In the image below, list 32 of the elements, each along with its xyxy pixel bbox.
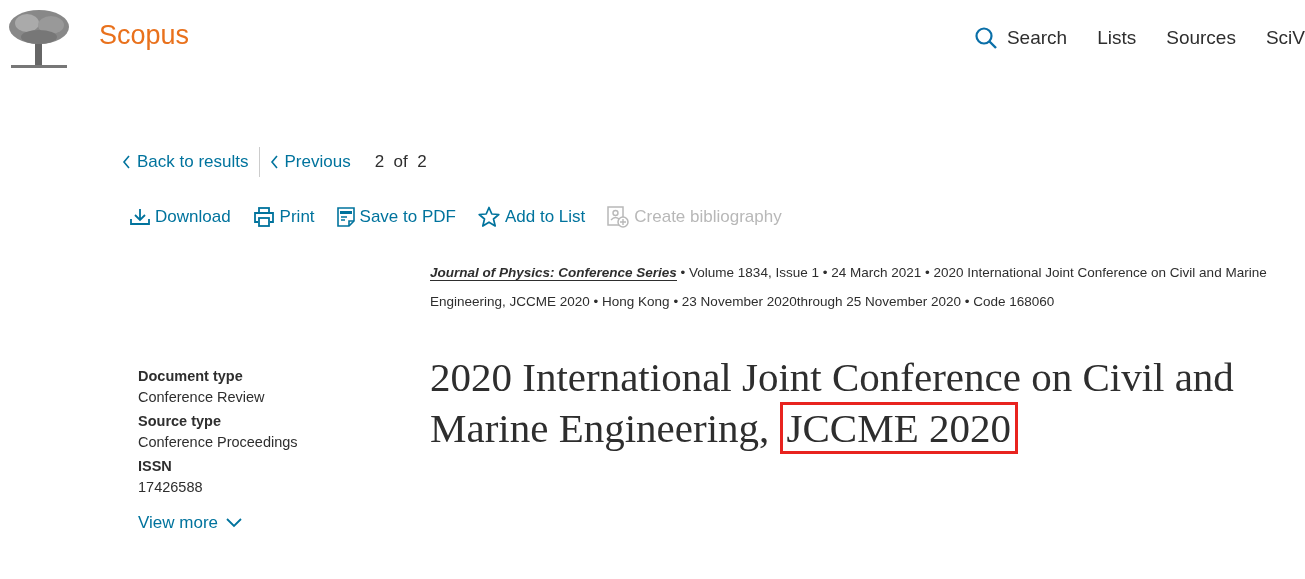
back-to-results-link[interactable]: Back to results: [122, 152, 249, 172]
printer-icon: [252, 207, 275, 227]
citation-text: Journal of Physics: Conference Series • Volume 1834, Issue 1 • 24 March 2021 • 2020 International Joint Conference on Civil and Marine Engineering, JCCME 2020 • Hong Kong • 23 November 2020through 25 November 2020 • Code 168060: [430, 264, 1268, 311]
nav-link[interactable]: Sources: [1166, 27, 1236, 49]
action-button[interactable]: Print: [252, 207, 315, 227]
chevron-left-icon: [122, 154, 131, 170]
nav-link[interactable]: Lists: [1097, 27, 1137, 49]
page-position: 2 of 2: [374, 152, 427, 172]
search-icon: [973, 26, 998, 50]
view-more-link[interactable]: View more: [138, 513, 242, 533]
journal-link[interactable]: Journal of Physics: Conference Series: [430, 265, 677, 281]
star-icon: [477, 206, 500, 228]
tree-logo: [7, 9, 71, 71]
document-title: 2020 International Joint Conference on Civil and Marine Engineering, JCCME 2020: [430, 352, 1300, 454]
nav-link[interactable]: Search: [973, 26, 1068, 50]
field-label: Document type: [138, 368, 244, 384]
action-button[interactable]: Download: [130, 207, 231, 227]
brand-name[interactable]: Scopus: [99, 19, 190, 51]
add-person-card-icon: [607, 206, 630, 228]
chevron-down-icon: [226, 518, 242, 528]
chevron-left-icon: [269, 154, 279, 170]
previous-link[interactable]: Previous: [269, 152, 351, 172]
action-button[interactable]: Add to List: [477, 206, 586, 228]
action-button[interactable]: Save to PDF: [336, 207, 456, 227]
field-value: Conference Review: [138, 389, 266, 405]
pdf-file-icon: [336, 207, 355, 227]
field-value: 17426588: [138, 479, 204, 495]
nav-link[interactable]: SciV: [1265, 27, 1305, 49]
download-icon: [130, 208, 150, 226]
field-value: Conference Proceedings: [138, 434, 299, 450]
field-label: ISSN: [138, 458, 173, 474]
field-label: Source type: [138, 413, 222, 429]
